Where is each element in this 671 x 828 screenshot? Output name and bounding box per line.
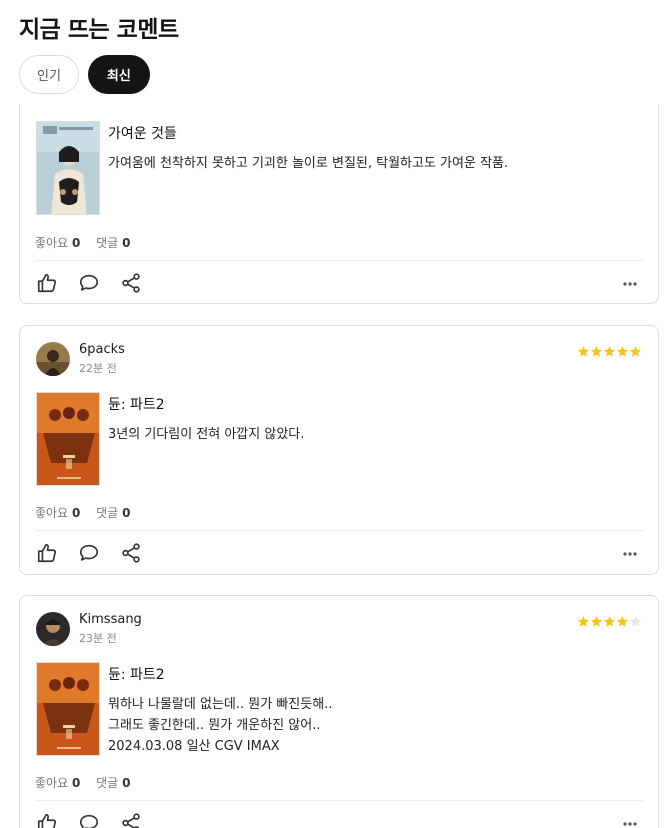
- comment-card[interactable]: 가여운 것들 가여움에 천착하지 못하고 기괴한 놀이로 변질된, 탁월하고도 …: [19, 70, 659, 304]
- star-filled-icon: [590, 346, 603, 357]
- replies-label: 댓글: [96, 236, 119, 250]
- thumbs-up-icon[interactable]: [36, 272, 58, 294]
- user-row: Kimssang 23분 전: [36, 612, 142, 646]
- page-title: 지금 뜨는 코멘트: [19, 17, 179, 43]
- tab-latest[interactable]: 최신: [87, 55, 150, 94]
- star-filled-icon: [616, 616, 629, 627]
- more-icon[interactable]: [622, 281, 638, 287]
- comment-content: 듄: 파트2 뭐하나 나물랄데 없는데.. 뭔가 빠진듯해.. 그래도 좋긴한데…: [108, 664, 642, 757]
- comment-bubble-icon[interactable]: [78, 272, 100, 294]
- page-header: 지금 뜨는 코멘트 인기 최신: [0, 0, 671, 104]
- movie-poster[interactable]: [36, 121, 100, 215]
- comment-text: 가여움에 천착하지 못하고 기괴한 놀이로 변질된, 탁월하고도 가여운 작품.: [108, 156, 509, 171]
- rating-stars: [577, 615, 642, 628]
- replies-count: 0: [122, 776, 131, 790]
- comment-text: 뭐하나 나물랄데 없는데.. 뭔가 빠진듯해..: [108, 697, 333, 712]
- poster-image: [37, 393, 99, 485]
- movie-title[interactable]: 듄: 파트2: [108, 394, 642, 414]
- replies-label: 댓글: [96, 506, 119, 520]
- likes-count: 0: [71, 776, 81, 790]
- likes-count: 0: [71, 236, 81, 250]
- likes-label: 좋아요: [35, 776, 69, 790]
- action-bar: [36, 272, 142, 294]
- avatar-image: [36, 612, 70, 646]
- star-filled-icon: [629, 346, 642, 357]
- star-filled-icon: [577, 616, 590, 627]
- timestamp: 22분 전: [79, 362, 117, 375]
- movie-poster[interactable]: [36, 392, 100, 486]
- avatar-image: [36, 342, 70, 376]
- share-icon[interactable]: [120, 542, 142, 564]
- star-filled-icon: [590, 616, 603, 627]
- tab-popular[interactable]: 인기: [19, 55, 79, 94]
- likes-label: 좋아요: [35, 236, 69, 250]
- avatar[interactable]: [36, 612, 70, 646]
- poster-image: [37, 663, 99, 755]
- comment-bubble-icon[interactable]: [78, 812, 100, 828]
- comment-content: 가여운 것들 가여움에 천착하지 못하고 기괴한 놀이로 변질된, 탁월하고도 …: [108, 123, 642, 174]
- timestamp: 23분 전: [79, 632, 117, 645]
- movie-title[interactable]: 듄: 파트2: [108, 664, 642, 684]
- comment-bubble-icon[interactable]: [78, 542, 100, 564]
- thumbs-up-icon[interactable]: [36, 812, 58, 828]
- replies-label: 댓글: [96, 776, 119, 790]
- likes-label: 좋아요: [35, 506, 69, 520]
- star-filled-icon: [616, 346, 629, 357]
- movie-title[interactable]: 가여운 것들: [108, 123, 642, 143]
- comment-text: 3년의 기다림이 전혀 아깝지 않았다.: [108, 427, 305, 442]
- comment-content: 듄: 파트2 3년의 기다림이 전혀 아깝지 않았다.: [108, 394, 642, 445]
- avatar[interactable]: [36, 342, 70, 376]
- action-bar: [36, 542, 142, 564]
- comment-stats: 좋아요 0 댓글 0: [35, 774, 130, 791]
- share-icon[interactable]: [120, 272, 142, 294]
- comment-text: 2024.03.08 일산 CGV IMAX: [108, 739, 280, 754]
- comment-stats: 좋아요 0 댓글 0: [35, 504, 130, 521]
- star-filled-icon: [603, 346, 616, 357]
- replies-count: 0: [122, 236, 131, 250]
- more-icon[interactable]: [622, 821, 638, 827]
- thumbs-up-icon[interactable]: [36, 542, 58, 564]
- divider: [35, 530, 643, 531]
- likes-count: 0: [71, 506, 81, 520]
- username[interactable]: Kimssang: [79, 612, 142, 627]
- star-filled-icon: [577, 346, 590, 357]
- share-icon[interactable]: [120, 812, 142, 828]
- divider: [35, 260, 643, 261]
- movie-poster[interactable]: [36, 662, 100, 756]
- rating-stars: [577, 345, 642, 358]
- poster-image: [37, 122, 99, 214]
- comment-card[interactable]: 6packs 22분 전 듄: 파트2 3년의 기다림이 전혀 아깝지 않았다.…: [19, 325, 659, 575]
- star-empty-icon: [629, 616, 642, 627]
- replies-count: 0: [122, 506, 131, 520]
- sort-tabs: 인기 최신: [19, 55, 150, 94]
- comment-stats: 좋아요 0 댓글 0: [35, 234, 130, 251]
- star-filled-icon: [603, 616, 616, 627]
- comment-card[interactable]: Kimssang 23분 전 듄: 파트2 뭐하나 나물랄데 없는데.. 뭔가 …: [19, 595, 659, 828]
- username[interactable]: 6packs: [79, 342, 125, 357]
- comment-text: 그래도 좋긴한데.. 뭔가 개운하진 않어..: [108, 718, 321, 733]
- user-row: 6packs 22분 전: [36, 342, 125, 376]
- action-bar: [36, 812, 142, 828]
- divider: [35, 800, 643, 801]
- more-icon[interactable]: [622, 551, 638, 557]
